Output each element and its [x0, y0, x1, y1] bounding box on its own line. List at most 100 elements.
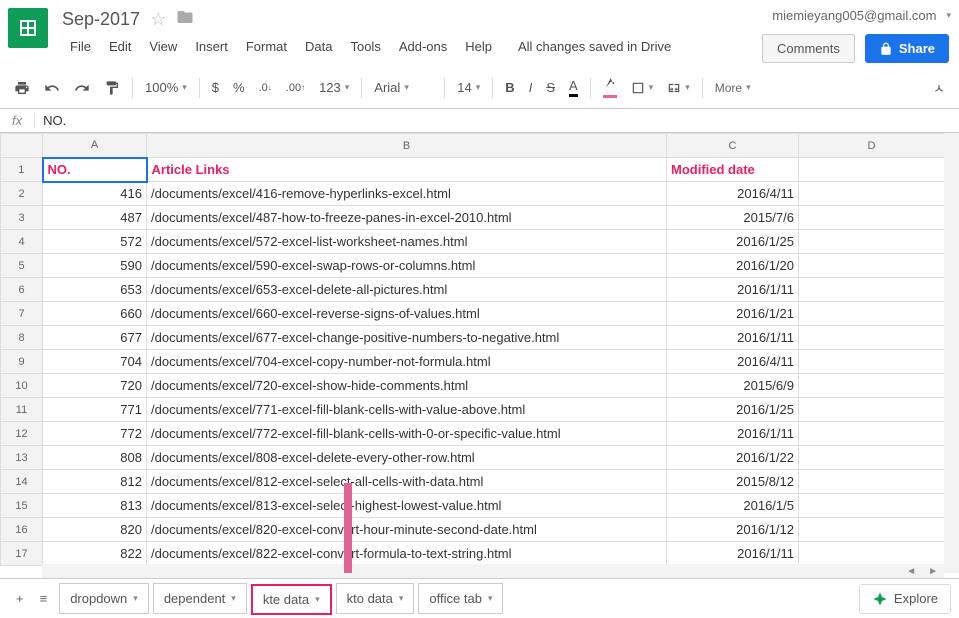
- col-header[interactable]: D: [799, 134, 945, 158]
- cell[interactable]: 660: [43, 302, 147, 326]
- cell[interactable]: 2015/8/12: [667, 470, 799, 494]
- chevron-down-icon[interactable]: ▾: [315, 594, 320, 605]
- cell[interactable]: /documents/excel/704-excel-copy-number-n…: [147, 350, 667, 374]
- add-sheet-button[interactable]: +: [8, 587, 32, 610]
- menu-add-ons[interactable]: Add-ons: [391, 35, 455, 58]
- cell[interactable]: 2016/1/11: [667, 542, 799, 566]
- cell[interactable]: 677: [43, 326, 147, 350]
- print-icon[interactable]: [8, 76, 36, 100]
- row-header[interactable]: 6: [1, 278, 43, 302]
- chevron-down-icon[interactable]: ▾: [133, 593, 138, 604]
- font-select[interactable]: Arial: [368, 76, 438, 99]
- more-button[interactable]: More: [709, 77, 757, 99]
- cell[interactable]: [799, 518, 945, 542]
- formula-input[interactable]: NO.: [35, 113, 959, 128]
- cell[interactable]: /documents/excel/590-excel-swap-rows-or-…: [147, 254, 667, 278]
- menu-file[interactable]: File: [62, 35, 99, 58]
- row-header[interactable]: 16: [1, 518, 43, 542]
- cell[interactable]: [799, 206, 945, 230]
- cell[interactable]: Modified date: [667, 158, 799, 182]
- row-header[interactable]: 5: [1, 254, 43, 278]
- cell[interactable]: [799, 374, 945, 398]
- cell[interactable]: 720: [43, 374, 147, 398]
- toolbar-expand-icon[interactable]: ㅅ: [927, 74, 951, 101]
- cell[interactable]: 2016/1/11: [667, 278, 799, 302]
- text-color-button[interactable]: A: [563, 74, 584, 101]
- sheet-tab[interactable]: dropdown▾: [59, 583, 149, 614]
- cell[interactable]: 2016/1/5: [667, 494, 799, 518]
- cell[interactable]: 771: [43, 398, 147, 422]
- row-header[interactable]: 9: [1, 350, 43, 374]
- cell[interactable]: 772: [43, 422, 147, 446]
- cell[interactable]: 813: [43, 494, 147, 518]
- cell[interactable]: Article Links: [147, 158, 667, 182]
- row-header[interactable]: 2: [1, 182, 43, 206]
- cell[interactable]: [799, 182, 945, 206]
- doc-title[interactable]: Sep-2017: [62, 9, 140, 30]
- cell[interactable]: [799, 494, 945, 518]
- increase-decimal-button[interactable]: .00↑: [280, 78, 311, 98]
- row-header[interactable]: 14: [1, 470, 43, 494]
- row-header[interactable]: 8: [1, 326, 43, 350]
- cell[interactable]: /documents/excel/813-excel-select-highes…: [147, 494, 667, 518]
- all-sheets-button[interactable]: ≡: [32, 587, 56, 610]
- cell[interactable]: 653: [43, 278, 147, 302]
- cell[interactable]: 812: [43, 470, 147, 494]
- cell[interactable]: [799, 302, 945, 326]
- menu-data[interactable]: Data: [297, 35, 340, 58]
- cell[interactable]: 2016/1/21: [667, 302, 799, 326]
- cell[interactable]: 572: [43, 230, 147, 254]
- cell[interactable]: [799, 254, 945, 278]
- share-button[interactable]: Share: [865, 34, 949, 63]
- horizontal-scrollbar[interactable]: ◄►: [42, 564, 944, 578]
- zoom-select[interactable]: 100%: [139, 76, 193, 99]
- menu-insert[interactable]: Insert: [187, 35, 236, 58]
- cell[interactable]: [799, 230, 945, 254]
- cell[interactable]: 2015/7/6: [667, 206, 799, 230]
- cell[interactable]: /documents/excel/416-remove-hyperlinks-e…: [147, 182, 667, 206]
- chevron-down-icon[interactable]: ▾: [231, 593, 236, 604]
- cell[interactable]: [799, 158, 945, 182]
- bold-button[interactable]: B: [499, 76, 520, 99]
- row-header[interactable]: 17: [1, 542, 43, 566]
- cell[interactable]: [799, 278, 945, 302]
- cell[interactable]: [799, 446, 945, 470]
- menu-format[interactable]: Format: [238, 35, 295, 58]
- cell[interactable]: NO.: [43, 158, 147, 182]
- row-header[interactable]: 1: [1, 158, 43, 182]
- undo-icon[interactable]: [38, 76, 66, 100]
- sheet-tab[interactable]: kte data▾: [251, 584, 332, 615]
- merge-button[interactable]: [661, 77, 696, 99]
- cell[interactable]: /documents/excel/771-excel-fill-blank-ce…: [147, 398, 667, 422]
- cell[interactable]: /documents/excel/653-excel-delete-all-pi…: [147, 278, 667, 302]
- row-header[interactable]: 7: [1, 302, 43, 326]
- strikethrough-button[interactable]: S: [540, 76, 561, 99]
- cell[interactable]: 820: [43, 518, 147, 542]
- sheet-tab[interactable]: office tab▾: [418, 583, 503, 614]
- currency-button[interactable]: $: [206, 76, 225, 99]
- borders-button[interactable]: [625, 77, 660, 99]
- redo-icon[interactable]: [68, 76, 96, 100]
- decrease-decimal-button[interactable]: .0↓: [253, 78, 278, 98]
- cell[interactable]: /documents/excel/677-excel-change-positi…: [147, 326, 667, 350]
- cell[interactable]: 2015/6/9: [667, 374, 799, 398]
- row-header[interactable]: 3: [1, 206, 43, 230]
- explore-button[interactable]: Explore: [859, 584, 951, 614]
- chevron-down-icon[interactable]: ▾: [399, 593, 404, 604]
- fill-color-button[interactable]: [597, 73, 623, 102]
- cell[interactable]: 2016/1/12: [667, 518, 799, 542]
- cell[interactable]: [799, 326, 945, 350]
- cell[interactable]: /documents/excel/820-excel-convert-hour-…: [147, 518, 667, 542]
- paint-format-icon[interactable]: [98, 76, 126, 100]
- cell[interactable]: /documents/excel/772-excel-fill-blank-ce…: [147, 422, 667, 446]
- cell[interactable]: /documents/excel/822-excel-convert-formu…: [147, 542, 667, 566]
- cell[interactable]: [799, 350, 945, 374]
- row-header[interactable]: 13: [1, 446, 43, 470]
- cell[interactable]: /documents/excel/808-excel-delete-every-…: [147, 446, 667, 470]
- menu-view[interactable]: View: [141, 35, 185, 58]
- sheet-tab[interactable]: kto data▾: [336, 583, 415, 614]
- cell[interactable]: [799, 422, 945, 446]
- cell[interactable]: 2016/1/20: [667, 254, 799, 278]
- cell[interactable]: 704: [43, 350, 147, 374]
- italic-button[interactable]: I: [523, 76, 539, 99]
